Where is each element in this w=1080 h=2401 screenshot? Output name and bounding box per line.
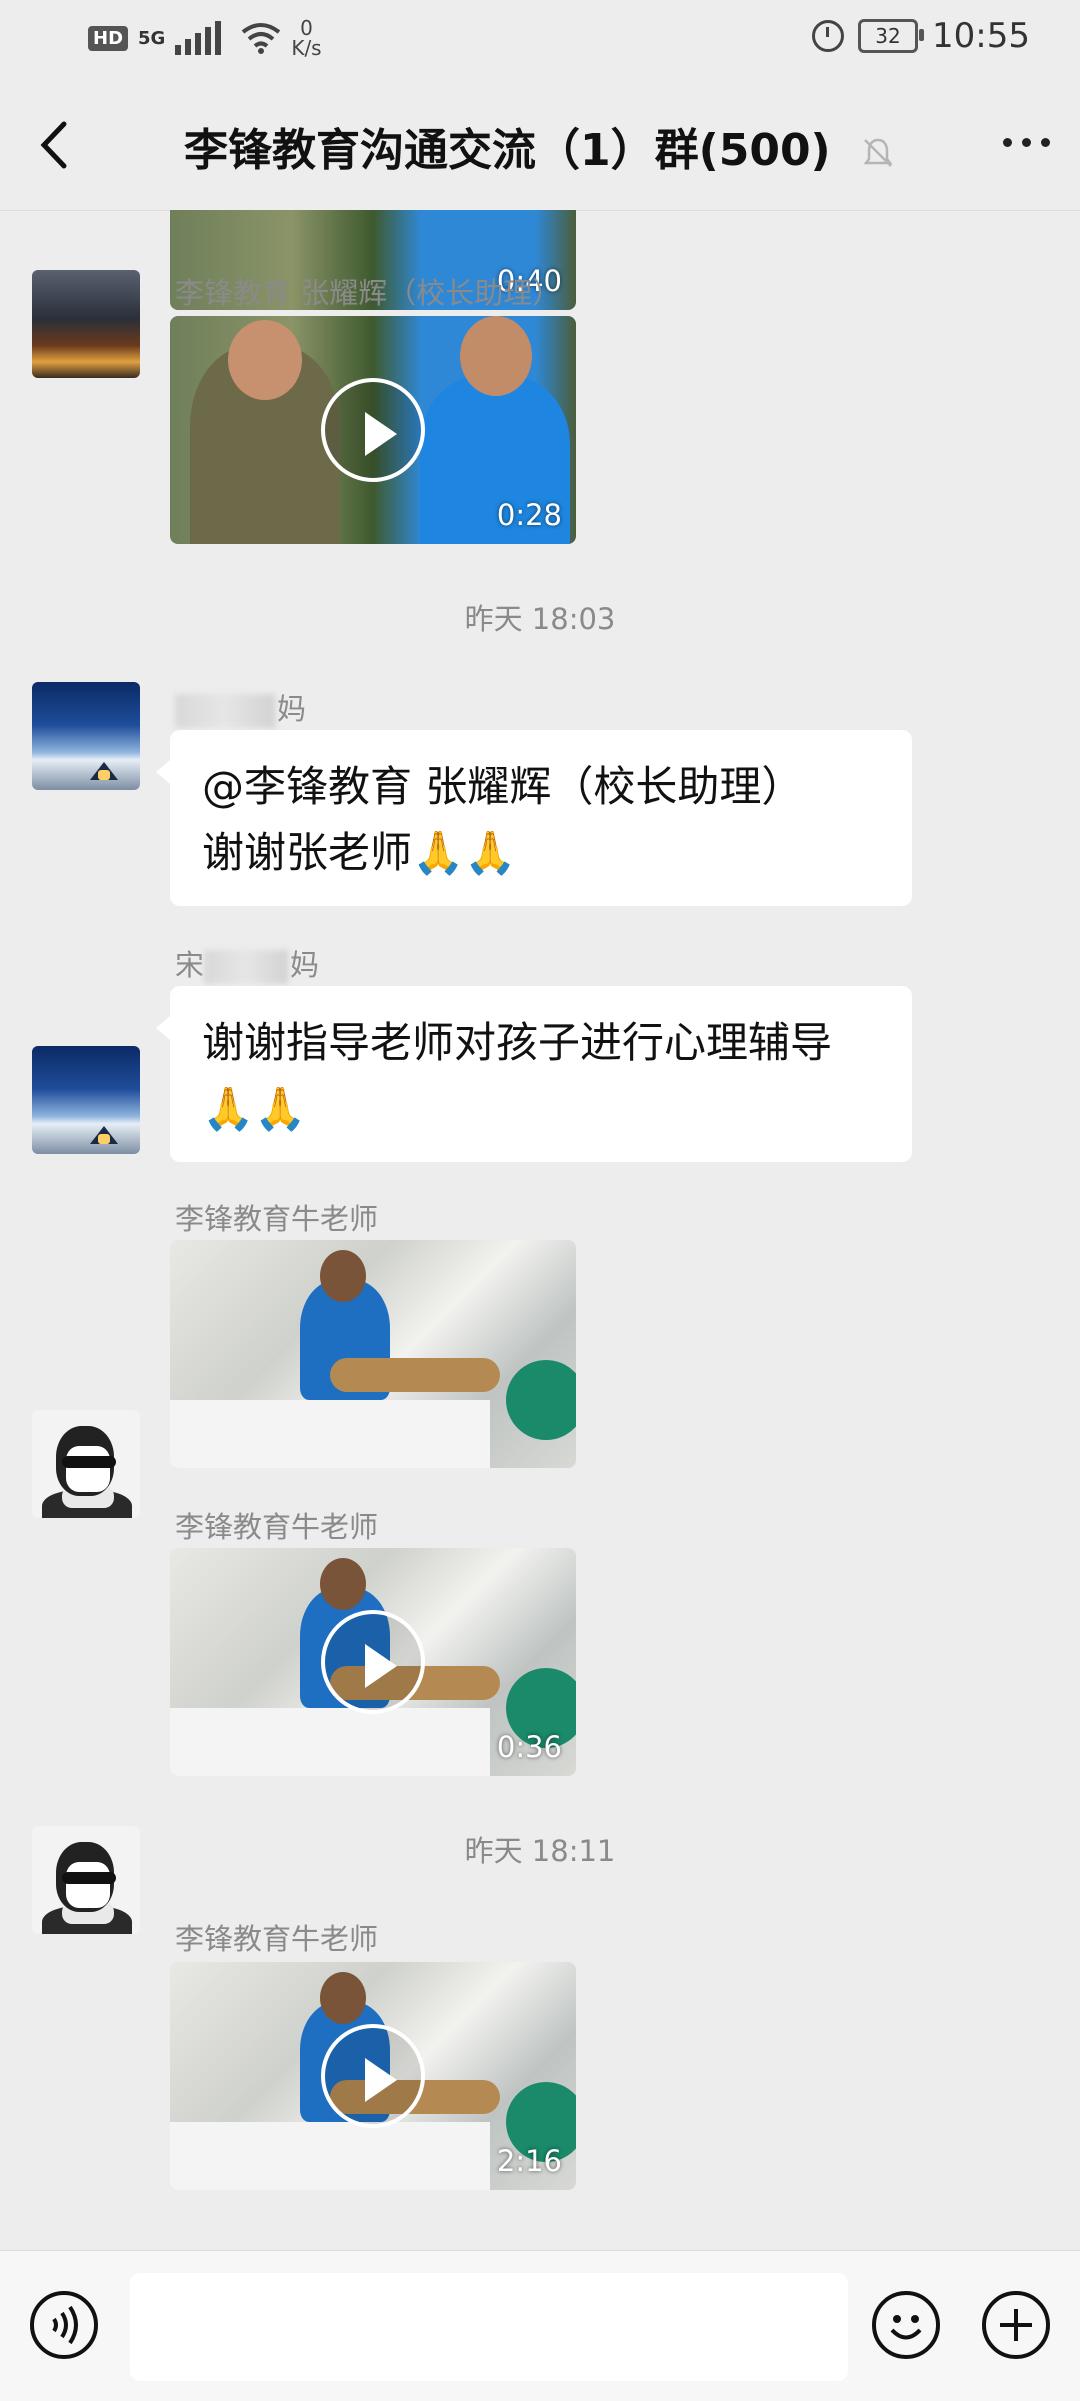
clock: 10:55: [932, 16, 1030, 56]
status-right: 32 10:55: [812, 16, 1030, 56]
play-icon[interactable]: [321, 2024, 425, 2128]
alarm-icon: [812, 20, 845, 52]
wifi-icon: [242, 23, 281, 54]
group-name: 李锋教育沟通交流（1）群(500): [183, 125, 831, 176]
hd-badge: HD: [88, 25, 129, 51]
sender-name: 李锋教育 张耀辉（校长助理）: [175, 276, 562, 310]
message-text: @李锋教育 张耀辉（校长助理）: [202, 762, 804, 811]
video-thumbnail[interactable]: 0:28: [170, 316, 576, 544]
page-title: 李锋教育沟通交流（1）群(500): [0, 114, 1080, 178]
input-bar: [0, 2250, 1080, 2401]
network-type: 5G: [138, 27, 166, 49]
timestamp: 昨天 18:03: [464, 602, 616, 636]
net-speed-value: 0: [300, 16, 313, 40]
sender-name: 李锋教育牛老师: [175, 1510, 379, 1544]
avatar[interactable]: [32, 270, 140, 378]
avatar[interactable]: [32, 1046, 140, 1154]
sender-suffix: 妈: [290, 948, 320, 982]
avatar[interactable]: [32, 1410, 140, 1518]
video-thumbnail[interactable]: 2:16: [170, 1962, 576, 2190]
signal-icon: [175, 21, 231, 55]
status-bar: HD 5G 0 K/s 32 10:55: [0, 0, 1080, 80]
sender-name: 妈: [175, 686, 306, 728]
smile-icon[interactable]: [872, 2291, 940, 2359]
sender-prefix: 宋: [175, 948, 205, 982]
video-duration: 2:16: [496, 2144, 562, 2178]
message-input[interactable]: [130, 2273, 848, 2381]
more-dots-icon[interactable]: [1003, 138, 1050, 147]
video-thumbnail[interactable]: 0:36: [170, 1548, 576, 1776]
pray-emoji: 🙏🙏: [412, 828, 517, 877]
status-left: HD 5G 0 K/s: [88, 18, 322, 58]
message-text: 谢谢张老师: [202, 828, 413, 877]
image-thumbnail[interactable]: [170, 1240, 576, 1468]
message-text-line2: 谢谢张老师🙏🙏: [202, 820, 880, 886]
play-icon[interactable]: [321, 1610, 425, 1714]
video-duration: 0:36: [496, 1730, 562, 1764]
bell-off-icon: [863, 138, 893, 167]
sender-suffix: 妈: [277, 692, 307, 726]
plus-icon[interactable]: [982, 2291, 1050, 2359]
net-speed: 0 K/s: [291, 18, 321, 58]
blurred-name: [175, 694, 275, 728]
video-duration: 0:28: [496, 498, 562, 532]
pray-emoji: 🙏🙏: [202, 1084, 307, 1133]
message-bubble[interactable]: 谢谢指导老师对孩子进行心理辅导 🙏🙏: [156, 986, 912, 1162]
blurred-name: [204, 950, 289, 984]
avatar[interactable]: [32, 682, 140, 790]
chat-area[interactable]: 0:40 李锋教育 张耀辉（校长助理） 0:28 昨天 18:03 妈 @李锋教…: [0, 210, 1080, 2250]
sender-name: 宋妈: [175, 942, 319, 984]
timestamp: 昨天 18:11: [464, 1834, 616, 1868]
net-speed-unit: K/s: [291, 36, 322, 60]
voice-icon[interactable]: [30, 2291, 98, 2359]
battery-level: 32: [875, 24, 901, 48]
title-bar: 李锋教育沟通交流（1）群(500): [0, 80, 1080, 211]
message-text: 谢谢指导老师对孩子进行心理辅导: [202, 1018, 833, 1067]
battery-icon: 32: [858, 19, 925, 53]
sender-name: 李锋教育牛老师: [175, 1922, 379, 1956]
play-icon[interactable]: [321, 378, 425, 482]
sender-name: 李锋教育牛老师: [175, 1202, 379, 1236]
message-bubble[interactable]: @李锋教育 张耀辉（校长助理） 谢谢张老师🙏🙏: [156, 730, 912, 906]
